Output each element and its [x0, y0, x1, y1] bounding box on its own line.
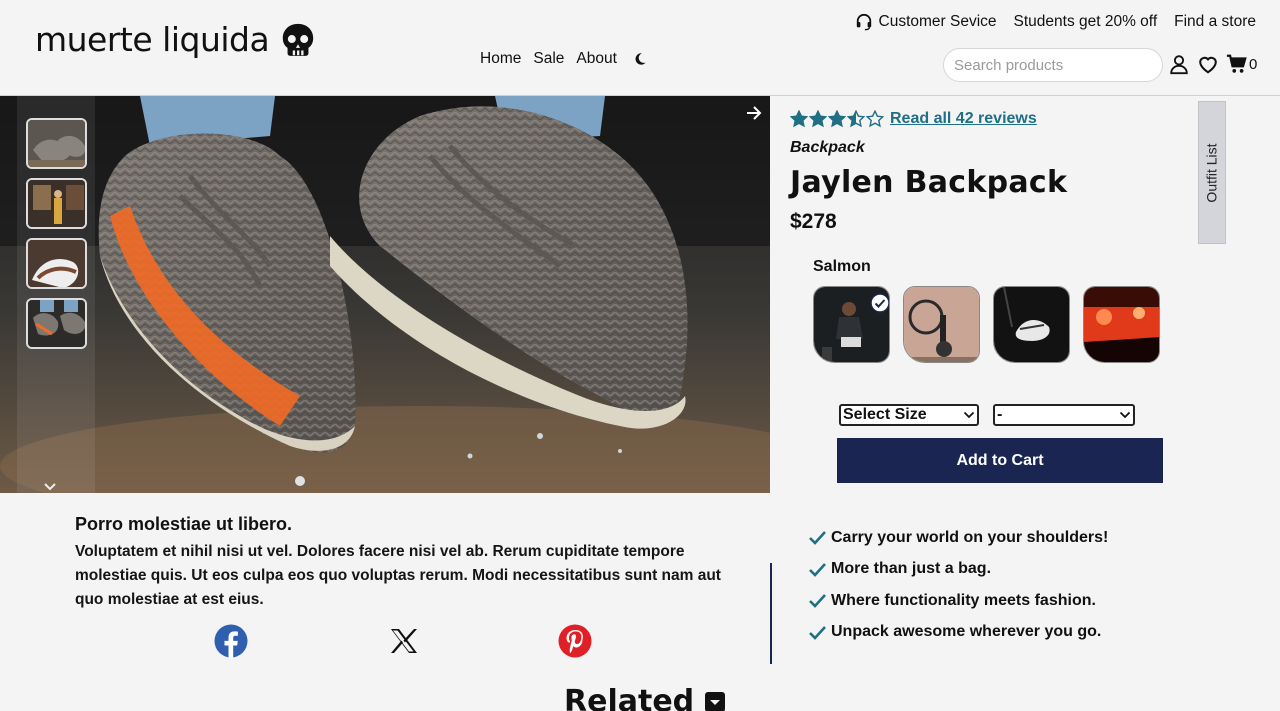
thumbnail[interactable] [26, 238, 87, 289]
quantity-select[interactable]: - [993, 404, 1135, 426]
thumbnail[interactable] [26, 118, 87, 169]
style-option[interactable] [993, 286, 1070, 363]
cart-icon[interactable] [1226, 53, 1248, 75]
feature-text: Carry your world on your shoulders! [831, 528, 1109, 546]
nav-sale[interactable]: Sale [533, 50, 564, 68]
feature-text: Unpack awesome wherever you go. [831, 623, 1102, 641]
check-icon [809, 625, 826, 640]
star-icon [828, 110, 846, 128]
top-links: Customer Sevice Students get 20% off Fin… [855, 13, 1256, 31]
star-icon [866, 110, 884, 128]
selected-style-name: Salmon [813, 258, 871, 275]
related-title: Related [564, 684, 695, 711]
check-icon [809, 531, 826, 546]
add-to-cart-button[interactable]: Add to Cart [837, 438, 1163, 483]
next-image-arrow-icon[interactable] [745, 104, 763, 122]
thumbnail-image [28, 120, 85, 167]
product-price: $278 [790, 210, 837, 233]
find-store-link[interactable]: Find a store [1174, 13, 1256, 31]
header-icons: 0 [1168, 53, 1257, 75]
chevron-down-icon [963, 411, 975, 419]
brand-name: muerte liquida [35, 20, 270, 59]
star-rating [790, 110, 884, 128]
heart-icon[interactable] [1197, 53, 1219, 75]
site-header: muerte liquida Customer Sevice Students … [0, 0, 1280, 96]
outfit-list-tab[interactable]: Outfit List [1198, 101, 1226, 244]
reviews-link[interactable]: Read all 42 reviews [890, 110, 1037, 128]
product-main-image[interactable] [0, 96, 770, 493]
main-nav: Home Sale About [480, 50, 647, 68]
feature-item: Carry your world on your shoulders! [808, 522, 1108, 554]
style-option[interactable] [903, 286, 980, 363]
size-select[interactable]: Select Size [839, 404, 979, 426]
search-input[interactable] [943, 48, 1163, 82]
dropdown-square-icon [705, 691, 726, 711]
customer-service-label: Customer Sevice [878, 13, 997, 30]
logo[interactable]: muerte liquida [35, 20, 317, 59]
cart-count: 0 [1249, 55, 1258, 73]
students-link[interactable]: Students get 20% off [1014, 13, 1158, 31]
nav-home[interactable]: Home [480, 50, 521, 68]
style-image [904, 287, 979, 362]
style-selector [813, 286, 1160, 363]
outfit-list-label: Outfit List [1204, 142, 1221, 203]
user-icon[interactable] [1168, 53, 1190, 75]
chevron-down-icon[interactable] [43, 482, 57, 492]
description-body: Voluptatem et nihil nisi ut vel. Dolores… [75, 543, 721, 608]
section-divider [770, 563, 772, 664]
product-category: Backpack [790, 139, 865, 156]
thumbnail-image [28, 240, 85, 287]
style-option[interactable] [1083, 286, 1160, 363]
thumbnail-image [28, 300, 85, 347]
nav-about[interactable]: About [576, 50, 617, 68]
style-option[interactable] [813, 286, 890, 363]
check-circle-icon [870, 293, 889, 313]
feature-list: Carry your world on your shoulders! More… [808, 522, 1108, 648]
sneakers-photo [0, 96, 770, 493]
x-icon[interactable] [387, 624, 421, 658]
style-image [1084, 287, 1159, 362]
style-image [994, 287, 1069, 362]
description-title: Porro molestiae ut libero. [75, 514, 293, 534]
star-icon [790, 110, 808, 128]
size-select-value: Select Size [843, 406, 927, 423]
moon-icon[interactable] [633, 52, 647, 66]
thumbnail-image [28, 180, 85, 227]
facebook-icon[interactable] [214, 624, 248, 658]
star-icon [847, 110, 865, 128]
customer-service-link[interactable]: Customer Sevice [855, 13, 997, 31]
feature-text: Where functionality meets fashion. [831, 591, 1096, 609]
feature-item: More than just a bag. [808, 554, 1108, 586]
check-icon [809, 594, 826, 609]
chevron-down-icon [1119, 411, 1131, 419]
thumbnail[interactable] [26, 298, 87, 349]
check-icon [809, 562, 826, 577]
related-heading[interactable]: Related [564, 684, 726, 711]
headset-icon [856, 13, 871, 31]
feature-item: Where functionality meets fashion. [808, 585, 1108, 617]
pinterest-icon[interactable] [558, 624, 592, 658]
product-rating: Read all 42 reviews [790, 110, 1037, 128]
feature-item: Unpack awesome wherever you go. [808, 617, 1108, 649]
thumbnail[interactable] [26, 178, 87, 229]
thumbnail-rail [17, 96, 95, 493]
feature-text: More than just a bag. [831, 560, 992, 578]
star-icon [809, 110, 827, 128]
product-name: Jaylen Backpack [790, 165, 1068, 200]
quantity-select-value: - [997, 406, 1003, 423]
skull-icon [283, 23, 314, 56]
